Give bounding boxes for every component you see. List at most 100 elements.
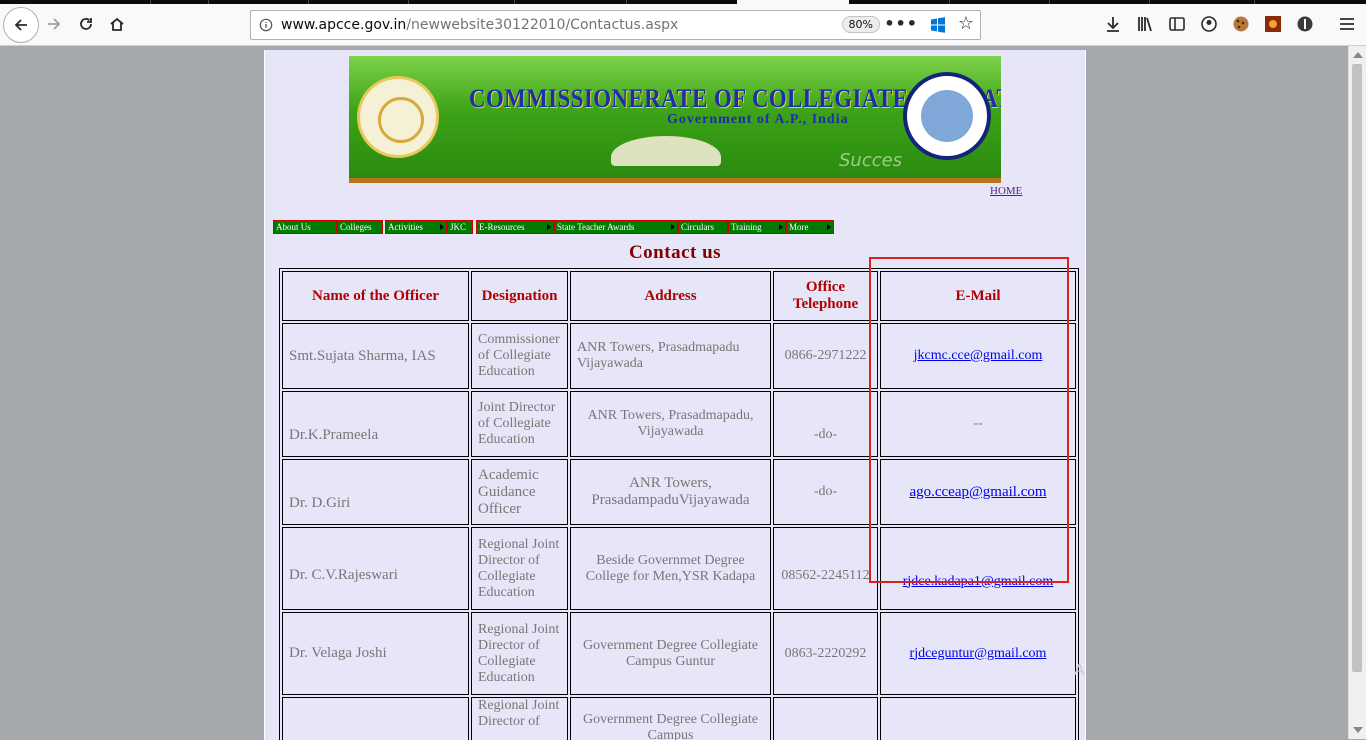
url-bar[interactable]: www.apcce.gov.in/newwebsite30122010/Cont… xyxy=(250,10,981,40)
arrow-right-icon xyxy=(827,224,831,230)
browser-toolbar: www.apcce.gov.in/newwebsite30122010/Cont… xyxy=(0,4,1366,46)
banner-decoration: Succes xyxy=(839,150,903,171)
officer-name: Dr. C.V.Rajeswari xyxy=(282,527,469,610)
officer-email-cell: rjdce.kadapa1@gmail.com xyxy=(880,527,1076,610)
info-icon[interactable] xyxy=(251,18,281,32)
nav-item-colleges[interactable]: Colleges xyxy=(337,220,383,234)
web-page: COMMISSIONERATE OF COLLEGIATE EDUCATION … xyxy=(264,50,1086,740)
page-title: Contact us xyxy=(628,242,722,263)
nav-item-state-teacher-awards[interactable]: State Teacher Awards xyxy=(554,220,678,234)
sidebar-button[interactable] xyxy=(1161,8,1193,40)
scroll-up-icon[interactable] xyxy=(1353,52,1363,58)
scroll-down-icon[interactable] xyxy=(1353,727,1363,733)
table-row: Dr.K.Prameela Joint Director of Collegia… xyxy=(282,391,1076,457)
nav-item-more[interactable]: More xyxy=(786,220,834,234)
column-header-address: Address xyxy=(570,271,771,321)
home-button[interactable] xyxy=(101,8,133,40)
nav-item-e-resources[interactable]: E-Resources xyxy=(476,220,554,234)
column-header-name: Name of the Officer xyxy=(282,271,469,321)
table-header-row: Name of the Officer Designation Address … xyxy=(282,271,1076,321)
officer-telephone: 0866-2971222 xyxy=(773,323,878,389)
officer-address: ANR Towers, Prasadmapadu Vijayawada xyxy=(570,323,771,389)
back-button[interactable] xyxy=(3,7,39,43)
cookie-extension-button[interactable] xyxy=(1225,8,1257,40)
page-actions-icon[interactable]: ••• xyxy=(884,14,918,33)
officer-telephone xyxy=(773,697,878,740)
contact-table: Name of the Officer Designation Address … xyxy=(279,268,1079,740)
table-row: Smt.Sujata Sharma, IAS Commissioner of C… xyxy=(282,323,1076,389)
url-text[interactable]: www.apcce.gov.in/newwebsite30122010/Cont… xyxy=(281,17,678,33)
officer-designation: Regional Joint Director of Collegiate Ed… xyxy=(471,527,568,610)
arrow-right-icon xyxy=(547,224,551,230)
reload-icon xyxy=(80,18,92,30)
arrow-right-icon xyxy=(671,224,675,230)
extension-icon xyxy=(1265,16,1281,32)
officer-designation: Academic Guidance Officer xyxy=(471,459,568,525)
vertical-scrollbar[interactable] xyxy=(1348,46,1366,739)
officer-address: ANR Towers, Prasadmapadu, Vijayawada xyxy=(570,391,771,457)
home-icon xyxy=(110,17,124,31)
email-link[interactable]: rjdceguntur@gmail.com xyxy=(910,646,1047,661)
email-link[interactable]: jkcmc.cce@gmail.com xyxy=(914,348,1043,363)
hamburger-menu-icon xyxy=(1340,18,1354,30)
nav-item-activities[interactable]: Activities xyxy=(385,220,447,234)
officer-designation: Regional Joint Director of xyxy=(471,697,568,740)
library-button[interactable] xyxy=(1129,8,1161,40)
column-header-email: E-Mail xyxy=(880,271,1076,321)
nav-item-circulars[interactable]: Circulars xyxy=(678,220,728,234)
download-icon xyxy=(1107,17,1119,32)
table-row: Regional Joint Director of Government De… xyxy=(282,697,1076,740)
officer-telephone: -do- xyxy=(773,459,878,525)
privacy-extension-button[interactable] xyxy=(1289,8,1321,40)
table-row: Dr. D.Giri Academic Guidance Officer ANR… xyxy=(282,459,1076,525)
officer-address: Beside Governmet Degree College for Men,… xyxy=(570,527,771,610)
column-header-telephone: Office Telephone xyxy=(773,271,878,321)
url-host: www.apcce.gov.in xyxy=(281,17,407,33)
zoom-badge[interactable]: 80% xyxy=(841,16,880,33)
table-row: Dr. C.V.Rajeswari Regional Joint Directo… xyxy=(282,527,1076,610)
scrollbar-thumb[interactable] xyxy=(1352,64,1362,672)
nav-item-about-us[interactable]: About Us xyxy=(273,220,337,234)
home-link[interactable]: HOME xyxy=(990,185,1022,197)
nav-item-training[interactable]: Training xyxy=(728,220,786,234)
cookie-icon xyxy=(1233,16,1249,32)
arrow-right-icon xyxy=(779,224,783,230)
extension-button[interactable] xyxy=(1257,8,1289,40)
shield-icon xyxy=(1297,16,1313,32)
site-banner: COMMISSIONERATE OF COLLEGIATE EDUCATION … xyxy=(349,56,1001,183)
forward-button[interactable] xyxy=(38,8,70,40)
table-row: Dr. Velaga Joshi Regional Joint Director… xyxy=(282,612,1076,695)
officer-email-cell: rjdceguntur@gmail.com xyxy=(880,612,1076,695)
officer-telephone: -do- xyxy=(773,391,878,457)
windows-icon[interactable] xyxy=(930,17,946,33)
bookmark-star-icon[interactable]: ☆ xyxy=(958,13,974,34)
commissionerate-logo-icon xyxy=(903,72,991,160)
activation-watermark: A xyxy=(1074,662,1085,679)
arrow-left-icon xyxy=(14,19,27,31)
email-link[interactable]: ago.cceap@gmail.com xyxy=(909,484,1046,500)
downloads-button[interactable] xyxy=(1097,8,1129,40)
arrow-right-icon xyxy=(440,224,444,230)
officer-email-cell: jkcmc.cce@gmail.com xyxy=(880,323,1076,389)
officer-address: Government Degree Collegiate Campus Gunt… xyxy=(570,612,771,695)
nav-item-jkc[interactable]: JKC xyxy=(447,220,473,234)
officer-email: -- xyxy=(880,391,1076,457)
officer-address: Government Degree Collegiate Campus xyxy=(570,697,771,740)
menu-button[interactable] xyxy=(1331,8,1363,40)
arrow-right-icon xyxy=(48,18,61,30)
officer-designation: Joint Director of Collegiate Education xyxy=(471,391,568,457)
officer-telephone: 0863-2220292 xyxy=(773,612,878,695)
officer-designation: Regional Joint Director of Collegiate Ed… xyxy=(471,612,568,695)
account-button[interactable] xyxy=(1193,8,1225,40)
reload-button[interactable] xyxy=(70,8,102,40)
officer-telephone: 08562-2245112 xyxy=(773,527,878,610)
officer-email xyxy=(880,697,1076,740)
email-link[interactable]: rjdce.kadapa1@gmail.com xyxy=(903,574,1054,589)
banner-subtitle: Government of A.P., India xyxy=(667,112,849,127)
andhra-pradesh-seal-icon xyxy=(357,76,439,158)
officer-name xyxy=(282,697,469,740)
officer-name: Smt.Sujata Sharma, IAS xyxy=(282,323,469,389)
open-book-icon xyxy=(611,136,721,166)
officer-email-cell: ago.cceap@gmail.com xyxy=(880,459,1076,525)
sidebar-icon xyxy=(1169,17,1185,31)
